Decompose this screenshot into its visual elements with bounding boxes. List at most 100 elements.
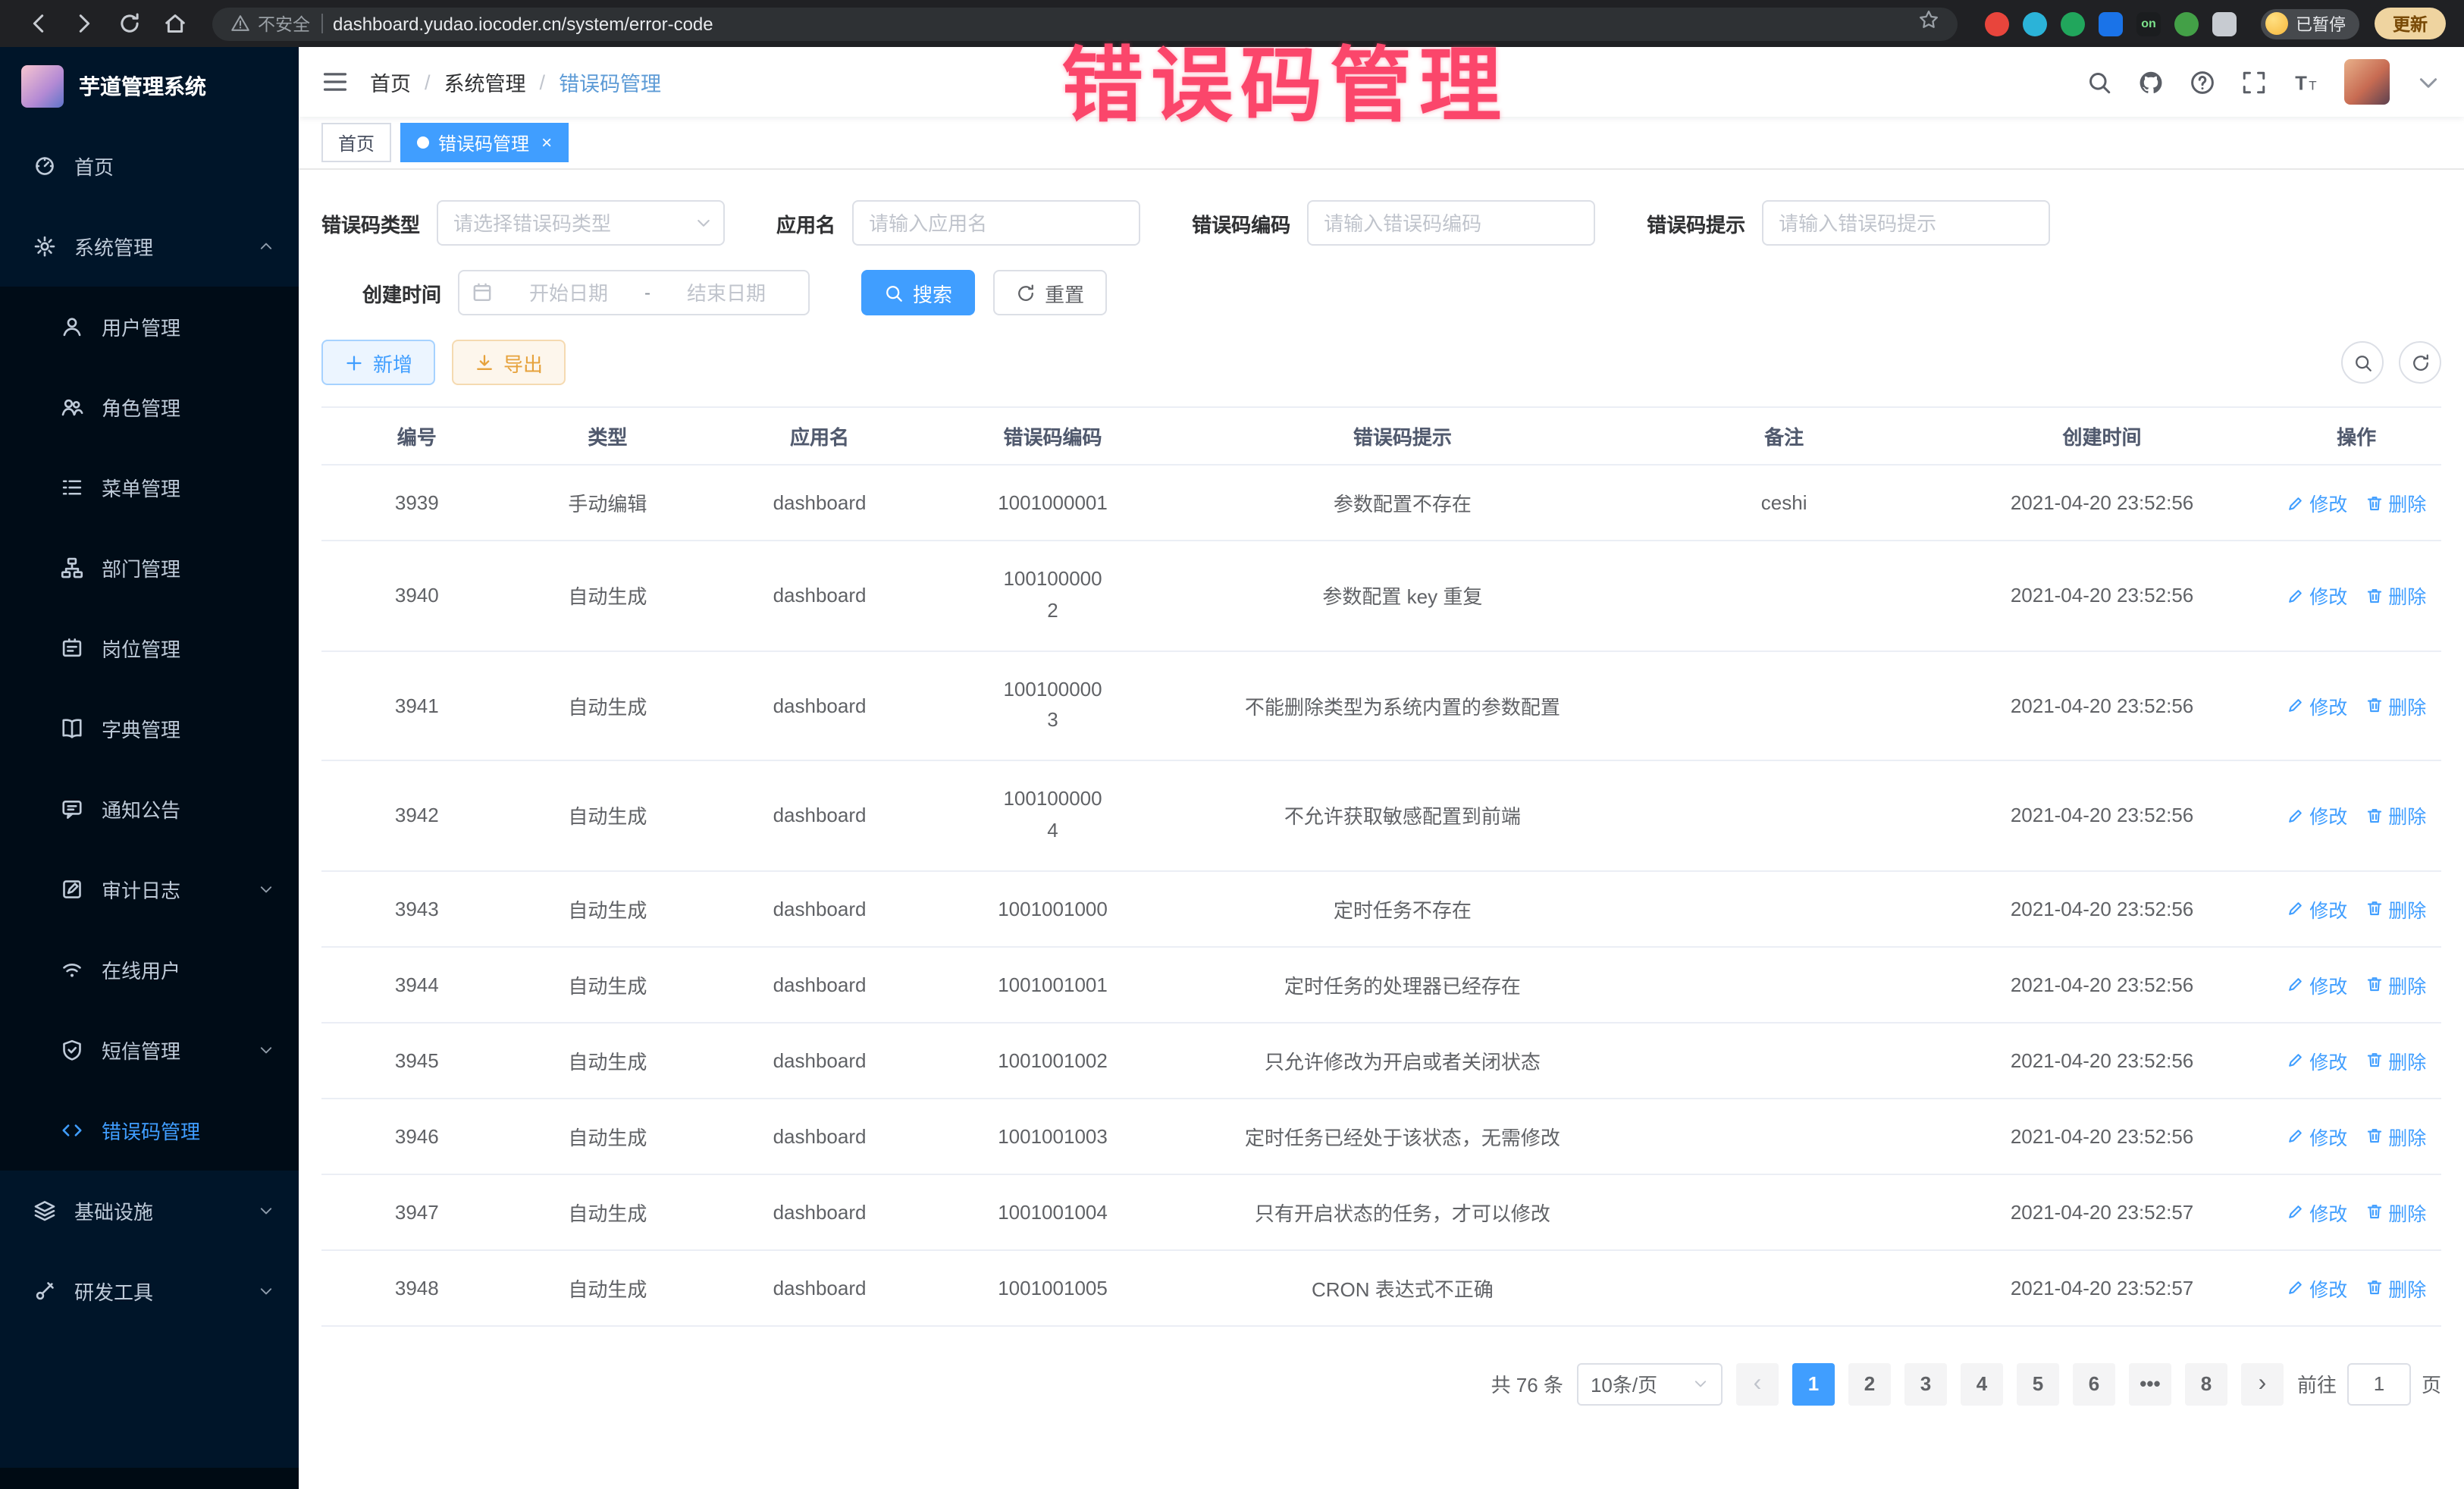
sidebar-item[interactable]: 错误码管理 xyxy=(0,1090,299,1171)
next-page-button[interactable]: › xyxy=(2241,1363,2284,1406)
breadcrumb-item[interactable]: 首页 xyxy=(370,67,411,97)
sidebar-item[interactable]: 部门管理 xyxy=(0,528,299,608)
paused-badge[interactable]: 已暂停 xyxy=(2261,8,2359,39)
edit-link[interactable]: 修改 xyxy=(2287,1274,2347,1302)
delete-link[interactable]: 删除 xyxy=(2365,895,2426,923)
breadcrumb-separator: / xyxy=(540,71,546,93)
page-size-select[interactable]: 10条/页 xyxy=(1577,1363,1723,1406)
delete-link[interactable]: 删除 xyxy=(2365,801,2426,830)
breadcrumb-item[interactable]: 错误码管理 xyxy=(559,67,661,97)
edit-link[interactable]: 修改 xyxy=(2287,691,2347,720)
page-button[interactable]: 3 xyxy=(1904,1363,1947,1406)
page-button[interactable]: 8 xyxy=(2185,1363,2227,1406)
page-button[interactable]: 2 xyxy=(1848,1363,1891,1406)
forward-icon[interactable] xyxy=(64,4,103,43)
ext-drop-icon[interactable] xyxy=(2023,11,2047,36)
bookmark-star-icon[interactable] xyxy=(1918,9,1939,38)
cell-code: 1001001000 xyxy=(936,871,1170,947)
delete-link[interactable]: 删除 xyxy=(2365,1274,2426,1302)
code-value: 1001001000 xyxy=(998,898,1108,920)
github-icon[interactable] xyxy=(2138,69,2164,95)
edit-link[interactable]: 修改 xyxy=(2287,581,2347,610)
not-secure-label[interactable]: 不安全 xyxy=(230,11,310,36)
tab-close-icon[interactable]: × xyxy=(541,132,552,153)
calendar-icon xyxy=(472,282,493,303)
tab-active[interactable]: 错误码管理× xyxy=(400,123,569,162)
date-start-input[interactable] xyxy=(499,281,638,304)
fullscreen-icon[interactable] xyxy=(2241,69,2267,95)
sidebar-item[interactable]: 首页 xyxy=(0,126,299,206)
sidebar-item[interactable]: 在线用户 xyxy=(0,929,299,1010)
edit-link[interactable]: 修改 xyxy=(2287,1122,2347,1151)
page-button[interactable]: ••• xyxy=(2129,1363,2171,1406)
refresh-table-button[interactable] xyxy=(2399,341,2441,384)
delete-link[interactable]: 删除 xyxy=(2365,970,2426,999)
edit-link[interactable]: 修改 xyxy=(2287,801,2347,830)
update-button[interactable]: 更新 xyxy=(2375,8,2446,39)
date-end-input[interactable] xyxy=(657,281,796,304)
export-button[interactable]: 导出 xyxy=(452,340,566,385)
font-size-icon[interactable]: TT xyxy=(2293,69,2318,95)
ext-on-icon[interactable]: on xyxy=(2136,11,2161,36)
delete-link[interactable]: 删除 xyxy=(2365,1198,2426,1227)
sidebar-logo[interactable]: 芋道管理系统 xyxy=(0,47,299,126)
breadcrumb-item[interactable]: 系统管理 xyxy=(444,67,526,97)
sidebar-collapse-strip[interactable] xyxy=(0,1468,299,1489)
reload-icon[interactable] xyxy=(109,4,149,43)
delete-link[interactable]: 删除 xyxy=(2365,1122,2426,1151)
ext-record-icon[interactable] xyxy=(1985,11,2009,36)
sidebar-item[interactable]: 角色管理 xyxy=(0,367,299,447)
app-name-input[interactable] xyxy=(852,200,1140,246)
help-icon[interactable] xyxy=(2190,69,2215,95)
edit-link[interactable]: 修改 xyxy=(2287,1046,2347,1075)
page-button[interactable]: 1 xyxy=(1792,1363,1835,1406)
toggle-search-button[interactable] xyxy=(2341,341,2384,384)
page-button[interactable]: 5 xyxy=(2017,1363,2059,1406)
ext-leaf-icon[interactable] xyxy=(2174,11,2199,36)
hamburger-icon[interactable] xyxy=(321,68,349,96)
sidebar-item[interactable]: 通知公告 xyxy=(0,769,299,849)
delete-link[interactable]: 删除 xyxy=(2365,691,2426,720)
delete-link-label: 删除 xyxy=(2388,1198,2426,1227)
sidebar-item[interactable]: 字典管理 xyxy=(0,688,299,769)
tab-item[interactable]: 首页 xyxy=(321,123,391,162)
sidebar-item[interactable]: 系统管理 xyxy=(0,206,299,287)
delete-link[interactable]: 删除 xyxy=(2365,1046,2426,1075)
error-hint-input[interactable] xyxy=(1762,200,2050,246)
chevron-down-icon[interactable] xyxy=(2415,69,2441,95)
home-icon[interactable] xyxy=(155,4,194,43)
error-type-select[interactable] xyxy=(437,200,725,246)
goto-page-input[interactable] xyxy=(2347,1363,2411,1406)
sidebar-item[interactable]: 菜单管理 xyxy=(0,447,299,528)
reset-button[interactable]: 重置 xyxy=(993,270,1107,315)
page-button[interactable]: 6 xyxy=(2073,1363,2115,1406)
ext-check-icon[interactable] xyxy=(2061,11,2085,36)
back-icon[interactable] xyxy=(18,4,58,43)
edit-link[interactable]: 修改 xyxy=(2287,970,2347,999)
delete-link[interactable]: 删除 xyxy=(2365,581,2426,610)
ext-pin-icon[interactable] xyxy=(2212,11,2237,36)
search-button[interactable]: 搜索 xyxy=(861,270,975,315)
sidebar-item[interactable]: 岗位管理 xyxy=(0,608,299,688)
page-button[interactable]: 4 xyxy=(1961,1363,2003,1406)
sidebar-item[interactable]: 基础设施 xyxy=(0,1171,299,1251)
date-range-picker[interactable]: - xyxy=(458,270,810,315)
sidebar-item[interactable]: 研发工具 xyxy=(0,1251,299,1331)
add-button[interactable]: 新增 xyxy=(321,340,435,385)
cell-remark: ceshi xyxy=(1635,465,1932,541)
cell-actions: 修改删除 xyxy=(2271,541,2441,650)
search-icon[interactable] xyxy=(2086,69,2112,95)
avatar[interactable] xyxy=(2344,59,2390,105)
sidebar-item[interactable]: 用户管理 xyxy=(0,287,299,367)
sidebar-item[interactable]: 短信管理 xyxy=(0,1010,299,1090)
url-text[interactable]: dashboard.yudao.iocoder.cn/system/error-… xyxy=(333,13,713,34)
edit-link[interactable]: 修改 xyxy=(2287,895,2347,923)
error-code-input[interactable] xyxy=(1307,200,1595,246)
delete-icon xyxy=(2365,807,2384,825)
edit-link[interactable]: 修改 xyxy=(2287,1198,2347,1227)
sidebar-item[interactable]: 审计日志 xyxy=(0,849,299,929)
edit-link[interactable]: 修改 xyxy=(2287,488,2347,517)
ext-grid-icon[interactable] xyxy=(2099,11,2123,36)
delete-link[interactable]: 删除 xyxy=(2365,488,2426,517)
prev-page-button[interactable]: ‹ xyxy=(1736,1363,1779,1406)
